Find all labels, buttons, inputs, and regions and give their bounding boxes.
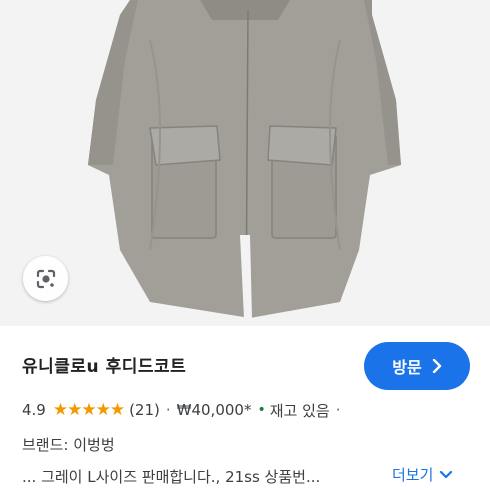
chevron-right-icon xyxy=(432,359,441,373)
product-title[interactable]: 유니클로u 후디드코트 xyxy=(22,352,186,377)
google-lens-icon[interactable] xyxy=(23,256,68,301)
lens-glyph xyxy=(36,269,55,288)
rating-value: 4.9 xyxy=(22,401,46,419)
brand-label: 브랜드: 이벙벙 xyxy=(22,436,115,454)
rating-row: 4.9 ★★★★★ (21) · ₩40,000* • 재고 있음 · xyxy=(22,399,346,421)
star-rating: ★★★★★ xyxy=(52,400,125,420)
visit-button-label: 방문 xyxy=(392,358,422,377)
more-label: 더보기 xyxy=(392,466,434,484)
separator-2: · xyxy=(335,401,341,419)
stock-status: 재고 있음 xyxy=(269,401,330,420)
stock-dot: • xyxy=(257,402,266,418)
price: ₩40,000* xyxy=(176,401,252,419)
visit-button[interactable]: 방문 xyxy=(364,342,470,390)
product-image[interactable] xyxy=(0,0,490,326)
review-count[interactable]: (21) xyxy=(129,401,160,419)
chevron-down-icon xyxy=(440,470,453,478)
separator: · xyxy=(165,401,171,419)
product-description: ... 그레이 L사이즈 판매합니다., 21ss 상품번... xyxy=(22,468,321,486)
more-button[interactable]: 더보기 xyxy=(392,464,453,485)
coat-photo xyxy=(88,0,401,319)
